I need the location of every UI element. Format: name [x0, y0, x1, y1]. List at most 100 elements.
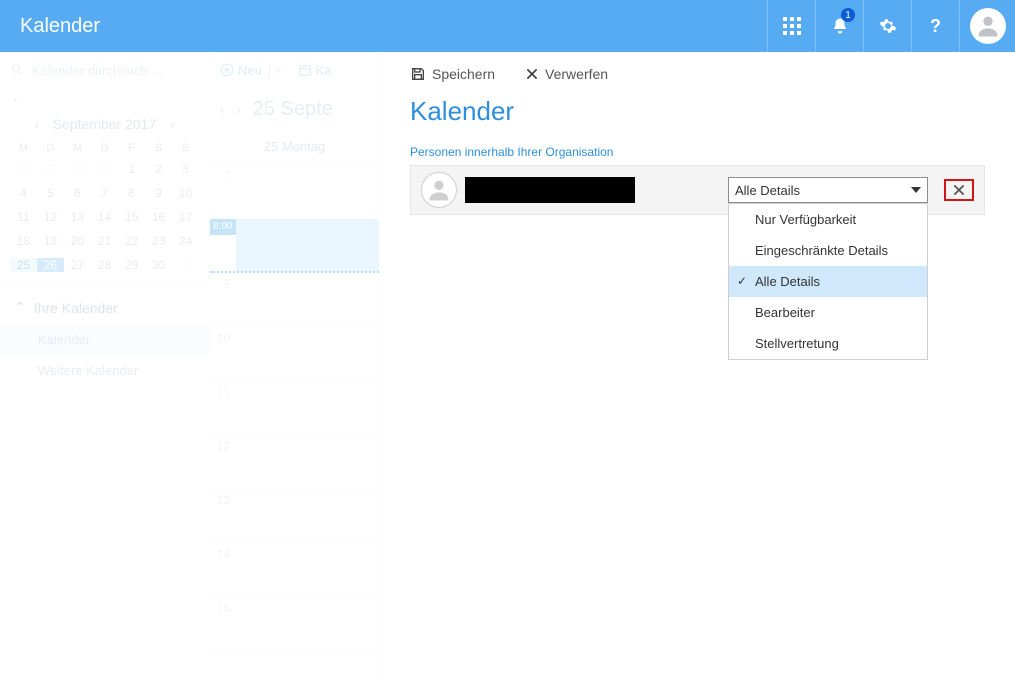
- hour-slot[interactable]: [236, 489, 379, 542]
- hour-slot[interactable]: [236, 327, 379, 380]
- day-cell[interactable]: 19: [37, 234, 64, 248]
- day-cell[interactable]: 22: [118, 234, 145, 248]
- dropdown-value: Alle Details: [735, 183, 800, 198]
- day-cell[interactable]: 28: [10, 162, 37, 176]
- day-header: 25 Montag: [210, 133, 379, 165]
- day-cell[interactable]: 16: [145, 210, 172, 224]
- notifications-button[interactable]: 1: [815, 0, 863, 52]
- sidebar-item-kalender[interactable]: Kalender: [0, 324, 209, 355]
- prev-day-button[interactable]: ‹: [220, 102, 224, 117]
- day-cell[interactable]: 30: [145, 258, 172, 272]
- hour-label: 12: [210, 435, 236, 488]
- day-cell[interactable]: 8: [118, 186, 145, 200]
- hour-slot[interactable]: [236, 597, 379, 650]
- dow-row: MDMDFSS: [0, 142, 209, 154]
- day-cell[interactable]: 20: [64, 234, 91, 248]
- dow-cell: F: [118, 142, 145, 154]
- day-cell[interactable]: 11: [10, 210, 37, 224]
- hour-label: 9: [210, 273, 236, 326]
- dow-cell: S: [172, 142, 199, 154]
- day-cell[interactable]: 14: [91, 210, 118, 224]
- person-row: Alle Details Nur VerfügbarkeitEingeschrä…: [410, 165, 985, 215]
- discard-button[interactable]: Verwerfen: [525, 66, 608, 82]
- calendar-sidebar: Kalender durchsuch … ‹‹ ‹ September 2017…: [0, 52, 210, 681]
- hour-label: 10: [210, 327, 236, 380]
- hour-slot[interactable]: [236, 165, 379, 218]
- dow-cell: S: [145, 142, 172, 154]
- hour-label: 13: [210, 489, 236, 542]
- day-cell[interactable]: 17: [172, 210, 199, 224]
- day-cell[interactable]: 26: [37, 258, 64, 272]
- help-button[interactable]: ?: [911, 0, 959, 52]
- search-input[interactable]: Kalender durchsuch …: [0, 52, 209, 88]
- day-cell[interactable]: 1: [118, 162, 145, 176]
- permissions-menu: Nur VerfügbarkeitEingeschränkte Details✓…: [728, 203, 928, 360]
- dow-cell: D: [91, 142, 118, 154]
- person-avatar-icon: [421, 172, 457, 208]
- day-cell[interactable]: 12: [37, 210, 64, 224]
- toolbar: Neu│˅ Ka: [210, 52, 379, 88]
- prev-month-button[interactable]: ‹: [34, 117, 38, 132]
- hour-slot[interactable]: [236, 435, 379, 488]
- avatar-icon: [970, 8, 1006, 44]
- permissions-option[interactable]: Nur Verfügbarkeit: [729, 204, 927, 235]
- hour-label: 11: [210, 381, 236, 434]
- day-cell[interactable]: 1: [172, 258, 199, 272]
- account-button[interactable]: [959, 0, 1015, 52]
- save-button[interactable]: Speichern: [410, 66, 495, 82]
- day-cell[interactable]: 24: [172, 234, 199, 248]
- hour-slot[interactable]: [236, 381, 379, 434]
- day-cell[interactable]: 31: [91, 162, 118, 176]
- day-cell[interactable]: 5: [37, 186, 64, 200]
- day-cell[interactable]: 28: [91, 258, 118, 272]
- day-cell[interactable]: 30: [64, 162, 91, 176]
- day-cell[interactable]: 18: [10, 234, 37, 248]
- hour-slot[interactable]: [236, 543, 379, 596]
- remove-person-button[interactable]: [944, 179, 974, 201]
- permissions-option[interactable]: ✓Alle Details: [729, 266, 927, 297]
- hour-label: 7: [210, 165, 236, 218]
- permissions-dropdown[interactable]: Alle Details: [728, 177, 928, 203]
- hour-slot[interactable]: [236, 219, 379, 272]
- sidebar-section-header[interactable]: ⌃ Ihre Kalender: [0, 287, 209, 324]
- calendar-day-column: Neu│˅ Ka ‹ › 25 Septe 25 Montag 78:00910…: [210, 52, 380, 681]
- app-bar-actions: 1 ?: [767, 0, 1015, 52]
- calendar-tool-button[interactable]: Ka: [298, 63, 332, 78]
- permissions-option[interactable]: Bearbeiter: [729, 297, 927, 328]
- day-cell[interactable]: 4: [10, 186, 37, 200]
- prev-range-button[interactable]: ‹‹: [0, 88, 209, 112]
- hour-slot[interactable]: [236, 273, 379, 326]
- day-cell[interactable]: 13: [64, 210, 91, 224]
- new-button[interactable]: Neu│˅: [220, 63, 282, 78]
- hour-label: 15: [210, 597, 236, 650]
- notification-badge: 1: [841, 8, 855, 22]
- dow-cell: M: [10, 142, 37, 154]
- search-placeholder: Kalender durchsuch …: [32, 63, 164, 78]
- next-month-button[interactable]: ›: [170, 117, 174, 132]
- people-link[interactable]: Personen innerhalb Ihrer Organisation: [410, 145, 985, 159]
- apps-button[interactable]: [767, 0, 815, 52]
- settings-button[interactable]: [863, 0, 911, 52]
- day-cell[interactable]: 29: [118, 258, 145, 272]
- day-cell[interactable]: 7: [91, 186, 118, 200]
- day-cell[interactable]: 27: [64, 258, 91, 272]
- day-cell[interactable]: 21: [91, 234, 118, 248]
- person-name-redacted: [465, 177, 635, 203]
- day-cell[interactable]: 10: [172, 186, 199, 200]
- day-cell[interactable]: 2: [145, 162, 172, 176]
- permissions-option[interactable]: Eingeschränkte Details: [729, 235, 927, 266]
- day-cell[interactable]: 3: [172, 162, 199, 176]
- day-cell[interactable]: 9: [145, 186, 172, 200]
- app-bar: Kalender 1 ?: [0, 0, 1015, 52]
- sidebar-item-weitere[interactable]: Weitere Kalender: [0, 355, 209, 386]
- next-day-button[interactable]: ›: [236, 102, 240, 117]
- day-cell[interactable]: 29: [37, 162, 64, 176]
- day-cell[interactable]: 6: [64, 186, 91, 200]
- day-cell[interactable]: 23: [145, 234, 172, 248]
- day-cell[interactable]: 25: [10, 258, 37, 272]
- permissions-option[interactable]: Stellvertretung: [729, 328, 927, 359]
- dow-cell: M: [64, 142, 91, 154]
- hour-label: 14: [210, 543, 236, 596]
- chevron-up-icon: ⌃: [14, 299, 26, 316]
- day-cell[interactable]: 15: [118, 210, 145, 224]
